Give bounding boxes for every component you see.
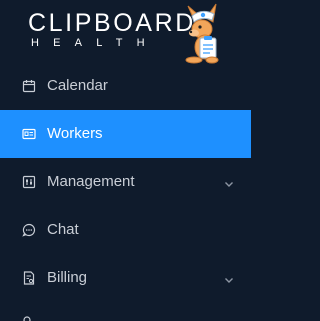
sidebar-item-label: Workers	[47, 125, 103, 142]
sliders-icon	[22, 175, 36, 189]
kangaroo-mascot-icon	[185, 3, 219, 64]
chevron-down-icon[interactable]	[224, 272, 234, 283]
brand-wordmark: CLIPBOARD	[28, 9, 196, 37]
brand-logo[interactable]: CLIPBOARD HEALTH	[0, 0, 251, 64]
sidebar-item-calendar[interactable]: Calendar	[0, 62, 251, 110]
calendar-icon	[22, 79, 36, 93]
chevron-down-icon[interactable]	[224, 176, 234, 187]
sidebar-item-workers[interactable]: Workers	[0, 110, 251, 158]
sidebar-item-management[interactable]: Management	[0, 158, 251, 206]
invoice-icon	[22, 271, 36, 285]
sidebar-nav: Calendar Workers Management Chat Billing	[0, 62, 251, 302]
brand-subword: HEALTH	[31, 37, 159, 49]
chat-bubble-icon	[22, 223, 36, 237]
id-card-icon	[22, 127, 36, 141]
sidebar-item-billing[interactable]: Billing	[0, 254, 251, 302]
sidebar-item-label: Management	[47, 173, 135, 190]
sidebar-item-label: Billing	[47, 269, 88, 286]
sidebar-item-label: Chat	[47, 221, 79, 238]
sidebar: CLIPBOARD HEALTH Calendar Workers Manage…	[0, 0, 251, 321]
sidebar-item-label: Calendar	[47, 77, 108, 94]
partial-next-item-icon	[23, 316, 31, 321]
sidebar-item-chat[interactable]: Chat	[0, 206, 251, 254]
